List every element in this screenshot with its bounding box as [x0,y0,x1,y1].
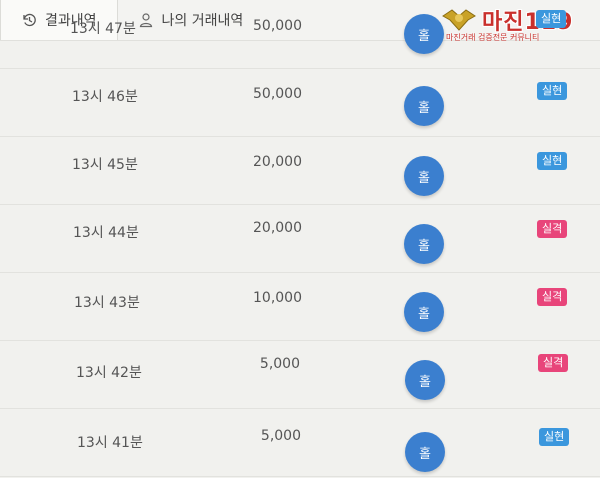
row-amount: 10,000 [253,290,302,306]
odd-button[interactable]: 홀 [405,432,445,472]
row-time: 13시 47분 [70,21,136,37]
result-badge: 실현 [536,10,567,28]
row-time: 13시 43분 [74,295,140,311]
row-amount: 20,000 [253,220,302,236]
row-amount: 50,000 [253,86,302,102]
result-badge: 실현 [537,152,568,170]
result-badge: 실현 [539,428,570,446]
row-time: 13시 44분 [73,225,139,241]
table-row: 13시 45분 20,000 홀 실현 [0,136,600,205]
odd-button[interactable]: 홀 [404,156,444,196]
result-badge: 실현 [537,82,568,100]
odd-button[interactable]: 홀 [405,360,445,400]
table-row: 13시 41분 5,000 홀 실현 [0,408,600,477]
row-time: 13시 46분 [72,89,138,105]
table-row: 13시 46분 50,000 홀 실현 [0,68,600,137]
row-amount: 5,000 [260,428,301,444]
result-badge: 실격 [537,288,568,306]
row-time: 13시 45분 [72,157,138,173]
row-amount: 5,000 [259,356,300,372]
table-row: 13시 44분 20,000 홀 실격 [0,204,600,273]
result-badge: 실격 [538,354,569,372]
row-amount: 50,000 [253,18,302,34]
odd-button[interactable]: 홀 [404,292,444,332]
odd-button[interactable]: 홀 [404,14,444,54]
table-row: 13시 47분 50,000 홀 실현 [0,0,600,69]
result-badge: 실격 [537,220,568,238]
odd-button[interactable]: 홀 [404,86,444,126]
odd-button[interactable]: 홀 [404,224,444,264]
row-time: 13시 42분 [76,365,142,381]
table-row: 13시 43분 10,000 홀 실격 [0,272,600,341]
row-amount: 20,000 [253,154,302,170]
row-time: 13시 41분 [77,435,143,451]
table-row: 13시 42분 5,000 홀 실격 [0,340,600,409]
